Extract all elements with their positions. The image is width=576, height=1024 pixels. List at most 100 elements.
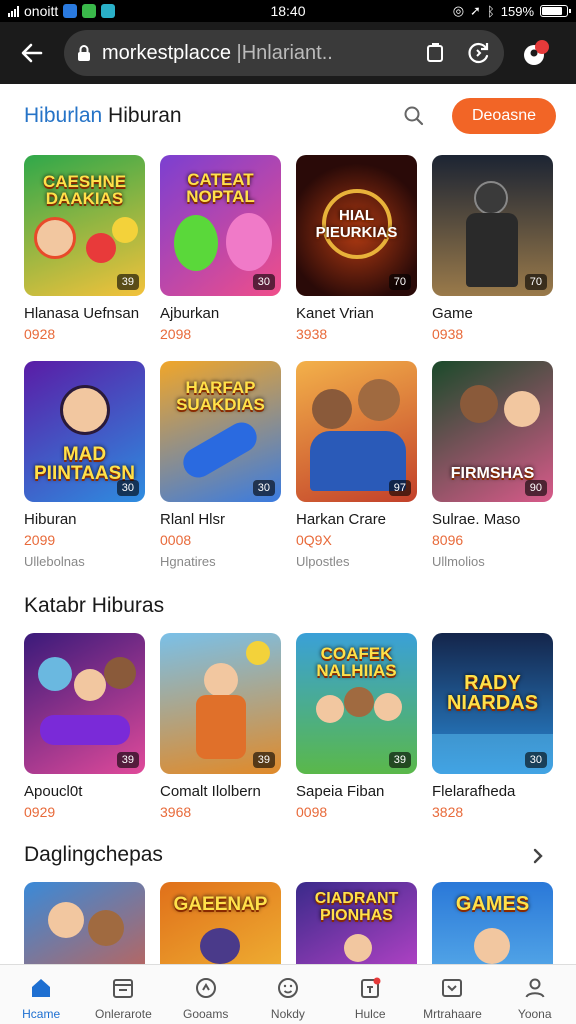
tab-social[interactable]: Nokdy xyxy=(247,965,329,1024)
tab-label: Hulce xyxy=(354,1007,386,1021)
product-thumbnail[interactable]: GAMES xyxy=(432,882,553,964)
product-name: Hiburan xyxy=(24,511,77,528)
product-card[interactable]: CATEAT NOPTAL 30 Ajburkan 2098 xyxy=(160,155,281,342)
product-thumbnail[interactable]: HARFAP SUAKDIAS 30 xyxy=(160,361,281,502)
url-suffix: |Hnlariant.. xyxy=(230,41,333,64)
section-title: Katabr Hiburas xyxy=(24,594,165,617)
battery-level xyxy=(542,7,562,15)
soldier-art xyxy=(474,181,508,215)
character-art xyxy=(174,215,218,271)
product-card[interactable]: 39 Comalt Ilolbern 3968 xyxy=(160,633,281,820)
product-thumbnail[interactable]: CAESHNE DAAKIAS 39 xyxy=(24,155,145,296)
notification-doc-icon xyxy=(355,973,385,1003)
thumbnail-title: GAMES xyxy=(455,893,530,915)
bottom-tab-bar: Hcame Onlerarote Gooams Nokdy Hulce Mrtr… xyxy=(0,964,576,1024)
product-price: 0098 xyxy=(296,804,328,820)
product-thumbnail[interactable]: GAEENAP xyxy=(160,882,281,964)
tab-label: Hcame xyxy=(22,1007,61,1021)
thumbnail-title: CATEAT NOPTAL xyxy=(186,170,255,206)
product-price: 3968 xyxy=(160,804,192,820)
tab-calendar[interactable]: Onlerarote xyxy=(82,965,164,1024)
back-button[interactable] xyxy=(10,31,54,75)
product-card[interactable] xyxy=(24,882,145,964)
character-art xyxy=(460,385,498,423)
home-icon xyxy=(26,973,56,1003)
product-name: Ajburkan xyxy=(160,305,220,322)
product-card[interactable]: 39 Apoucl0t 0929 xyxy=(24,633,145,820)
product-thumbnail[interactable]: 39 xyxy=(24,633,145,774)
download-button[interactable]: Deoasne xyxy=(452,98,556,134)
soldier-body-art xyxy=(466,213,518,287)
inbox-icon xyxy=(437,973,467,1003)
rating-badge: 39 xyxy=(116,274,139,290)
search-icon xyxy=(404,106,424,126)
tab-profile[interactable]: Yoona xyxy=(494,965,576,1024)
product-thumbnail[interactable]: RADY NIARDAS 30 xyxy=(432,633,553,774)
thumbnail-title: HARFAP SUAKDIAS xyxy=(176,378,265,414)
thumbnail-title: CIADRANT PIONHAS xyxy=(314,890,399,924)
tab-games[interactable]: Gooams xyxy=(165,965,247,1024)
character-art xyxy=(344,687,374,717)
game-circle-icon xyxy=(191,973,221,1003)
tabs-icon[interactable] xyxy=(424,42,446,64)
product-thumbnail[interactable]: 97 xyxy=(296,361,417,502)
character-art xyxy=(204,663,238,697)
app-notification-icon xyxy=(63,4,78,18)
tab-notifications[interactable]: Hulce xyxy=(329,965,411,1024)
product-card[interactable]: 70 Game 0938 xyxy=(432,155,553,342)
product-card[interactable]: GAMES xyxy=(432,882,553,964)
address-bar[interactable]: morkestplacce |Hnlariant.. xyxy=(64,30,504,76)
see-more-button[interactable] xyxy=(526,844,550,868)
product-name: Rlanl Hlsr xyxy=(160,511,226,528)
product-card[interactable]: RADY NIARDAS 30 Flelarafheda 3828 xyxy=(432,633,553,820)
product-price: 3938 xyxy=(296,326,328,342)
product-thumbnail[interactable]: MAD PIINTAASN 30 xyxy=(24,361,145,502)
thumbnail-title: RADY NIARDAS xyxy=(446,672,539,714)
product-thumbnail[interactable]: FIRMSHAS 90 xyxy=(432,361,553,502)
product-thumbnail[interactable]: CATEAT NOPTAL 30 xyxy=(160,155,281,296)
product-card[interactable]: HIAL PIEURKIAS 70 Kanet Vrian 3938 xyxy=(296,155,417,342)
browser-toolbar: morkestplacce |Hnlariant.. xyxy=(0,22,576,84)
product-card[interactable]: 97 Harkan Crare 0Q9X Ulpostles xyxy=(296,361,417,569)
status-right: ◎ ➚ ᛒ 159% xyxy=(452,3,571,19)
product-thumbnail[interactable] xyxy=(24,882,145,964)
product-price: 0938 xyxy=(432,326,464,342)
product-name: Kanet Vrian xyxy=(296,305,374,322)
product-card[interactable]: FIRMSHAS 90 Sulrae. Maso 8096 Ullmolios xyxy=(432,361,553,569)
rating-badge: 30 xyxy=(252,480,275,496)
url-text[interactable]: morkestplacce |Hnlariant.. xyxy=(102,42,362,65)
ball-art xyxy=(112,217,138,243)
profile-button[interactable] xyxy=(518,35,554,71)
battery-icon xyxy=(540,5,571,17)
product-card[interactable]: CIADRANT PIONHAS xyxy=(296,882,417,964)
search-button[interactable] xyxy=(396,98,432,134)
rating-badge: 39 xyxy=(388,752,411,768)
product-thumbnail[interactable]: HIAL PIEURKIAS 70 xyxy=(296,155,417,296)
tab-inbox[interactable]: Mrtrahaare xyxy=(411,965,493,1024)
character-art xyxy=(474,928,510,964)
character-art xyxy=(48,902,84,938)
product-thumbnail[interactable]: CIADRANT PIONHAS xyxy=(296,882,417,964)
product-card[interactable]: GAEENAP xyxy=(160,882,281,964)
character-art xyxy=(316,695,344,723)
character-art xyxy=(38,657,72,691)
product-thumbnail[interactable]: COAFEK NALHIIAS 39 xyxy=(296,633,417,774)
character-art xyxy=(200,928,240,964)
character-art xyxy=(312,389,352,429)
product-price: 8096 xyxy=(432,532,464,548)
product-thumbnail[interactable]: 39 xyxy=(160,633,281,774)
refresh-icon[interactable] xyxy=(466,40,492,66)
product-thumbnail[interactable]: 70 xyxy=(432,155,553,296)
thumbnail-title: CAESHNE DAAKIAS xyxy=(42,172,127,208)
lock-icon xyxy=(78,45,90,61)
product-price: 0008 xyxy=(160,532,192,548)
calendar-icon xyxy=(108,973,138,1003)
character-art xyxy=(88,910,124,946)
product-card[interactable]: CAESHNE DAAKIAS 39 Hlanasa Uefnsan 0928 xyxy=(24,155,145,342)
alarm-icon: ◎ xyxy=(452,3,465,18)
product-card[interactable]: COAFEK NALHIIAS 39 Sapeia Fiban 0098 xyxy=(296,633,417,820)
tab-home[interactable]: Hcame xyxy=(0,965,82,1024)
page-title: Hiburlan Hiburan xyxy=(24,104,182,128)
product-card[interactable]: HARFAP SUAKDIAS 30 Rlanl Hlsr 0008 Hgnat… xyxy=(160,361,281,569)
product-card[interactable]: MAD PIINTAASN 30 Hiburan 2099 Ullebolnas xyxy=(24,361,145,569)
